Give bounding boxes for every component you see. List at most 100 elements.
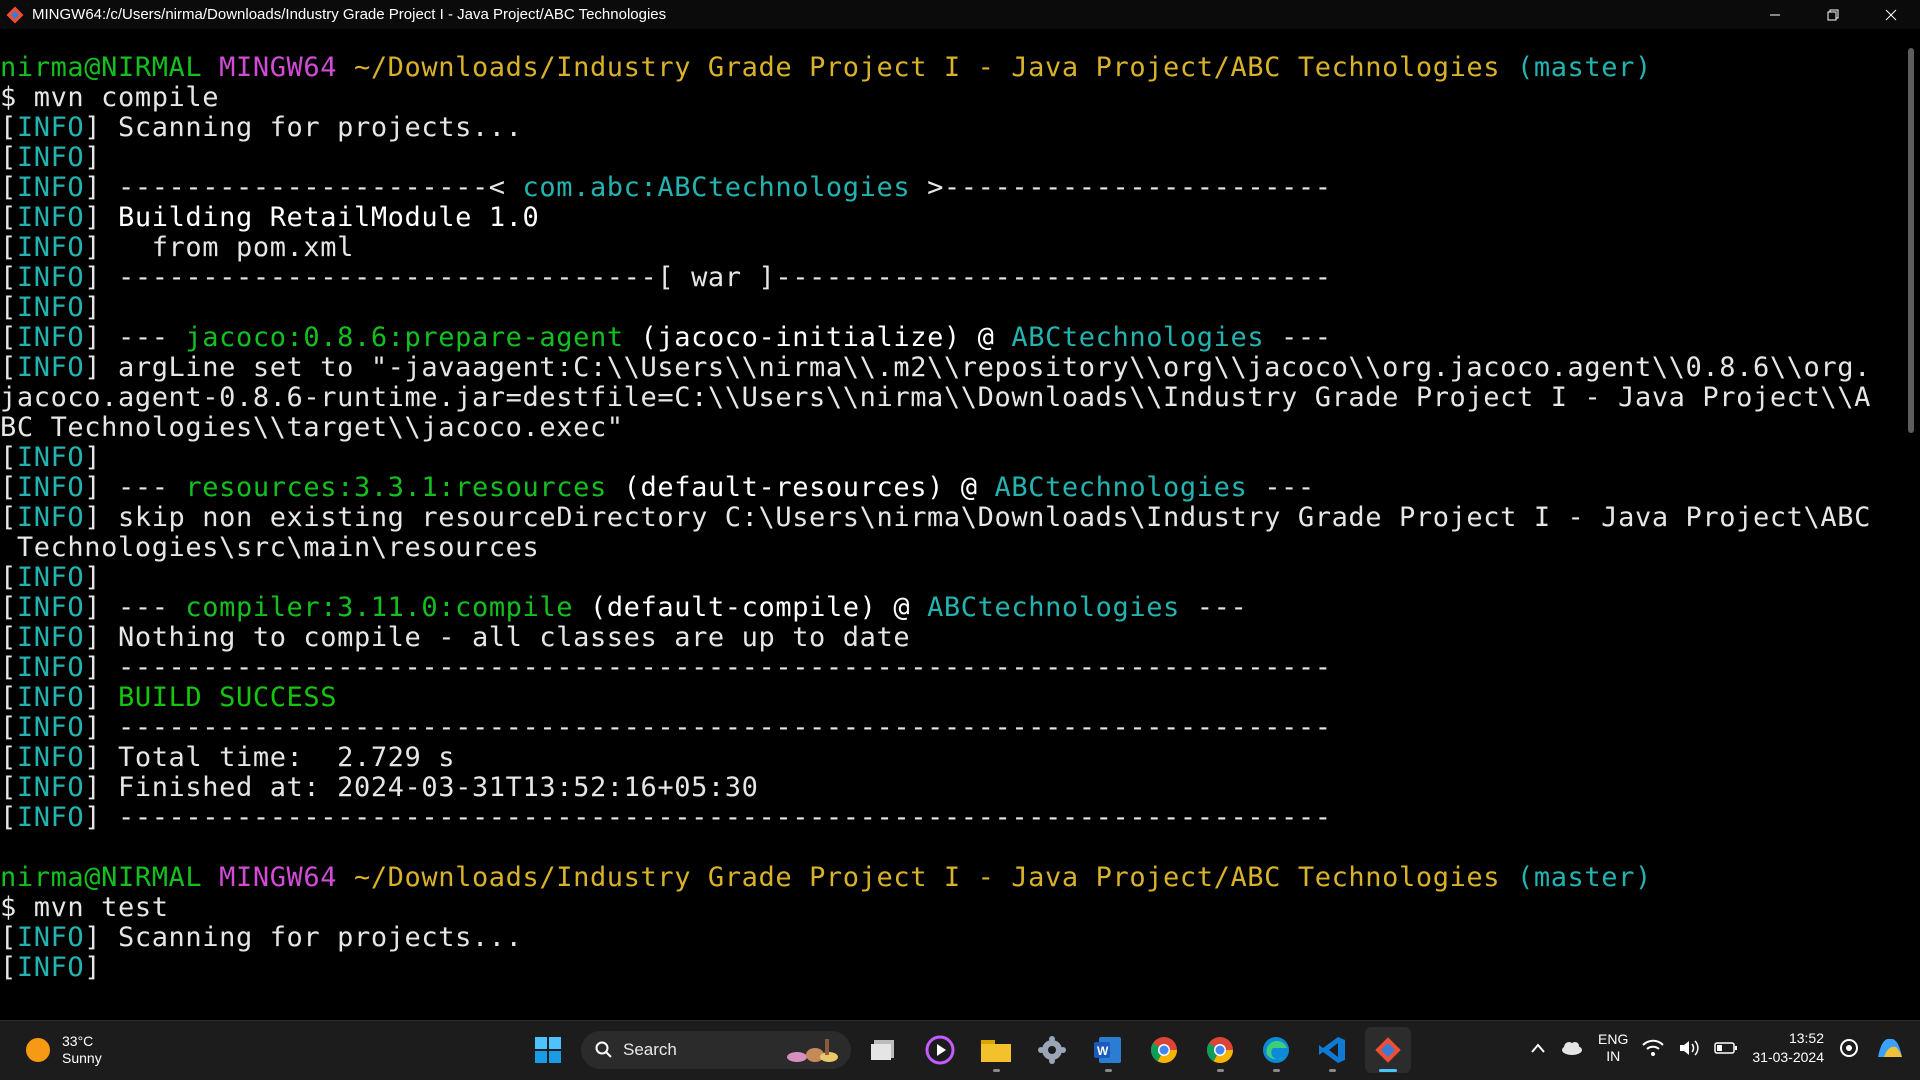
terminal-text-segment: ~/Downloads/Industry Grade Project I - J… <box>353 862 1501 893</box>
close-button[interactable] <box>1862 0 1920 29</box>
terminal-line: [INFO] from pom.xml <box>0 233 1896 263</box>
terminal-text-segment: INFO <box>16 292 85 323</box>
terminal-text-segment: ] <box>84 292 102 323</box>
weather-temp: 33°C <box>62 1033 94 1049</box>
terminal-text-segment: INFO <box>16 232 85 263</box>
terminal-text-segment: INFO <box>16 772 85 803</box>
minimize-button[interactable] <box>1746 0 1804 29</box>
edge-button[interactable] <box>1253 1027 1299 1073</box>
terminal-text-segment: [ <box>0 682 17 713</box>
terminal-scrollbar[interactable] <box>1908 48 1914 433</box>
terminal-text-segment: Building RetailModule 1.0 <box>118 202 540 233</box>
chrome-button[interactable] <box>1141 1027 1187 1073</box>
terminal-text-segment: resources:3.3.1:resources <box>185 472 607 503</box>
chevron-up-icon[interactable] <box>1530 1042 1546 1054</box>
terminal-text-segment: INFO <box>16 622 85 653</box>
terminal-text-segment: BUILD SUCCESS <box>118 682 338 713</box>
language-indicator[interactable]: ENG IN <box>1598 1031 1628 1065</box>
terminal-text-segment: --- <box>1247 472 1315 503</box>
terminal-line: [INFO] --- resources:3.3.1:resources (de… <box>0 473 1896 503</box>
terminal-text-segment: jacoco:0.8.6:prepare-agent <box>185 322 624 353</box>
terminal-text-segment: --- <box>1179 592 1248 623</box>
terminal-text-segment: $ mvn compile <box>0 82 220 113</box>
terminal-text-segment: INFO <box>16 262 85 293</box>
terminal-text-segment: [ <box>0 322 17 353</box>
terminal-line: BC Technologies\\target\\jacoco.exec" <box>0 413 1896 443</box>
terminal-text-segment: [ <box>0 562 17 593</box>
terminal-output[interactable]: nirma@NIRMAL MINGW64 ~/Downloads/Industr… <box>0 29 1896 1021</box>
terminal-text-segment: INFO <box>16 352 85 383</box>
taskbar-search[interactable]: Search <box>581 1031 851 1069</box>
terminal-text-segment: INFO <box>16 922 85 953</box>
terminal-text-segment: INFO <box>16 952 85 983</box>
window-titlebar: MINGW64:/c/Users/nirma/Downloads/Industr… <box>0 0 1920 29</box>
terminal-line: [INFO] ---------------------------------… <box>0 713 1896 743</box>
terminal-text-segment: [ <box>0 112 17 143</box>
onedrive-cloud-icon[interactable] <box>1560 1040 1584 1056</box>
terminal-text-segment: ] <box>84 142 102 173</box>
terminal-text-segment: ] --- <box>84 322 186 353</box>
terminal-text-segment: ] --------------------------------------… <box>84 652 1332 683</box>
search-highlight-icon <box>787 1039 838 1062</box>
chrome-icon <box>1206 1037 1234 1064</box>
weather-widget[interactable]: 33°C Sunny <box>26 1033 102 1067</box>
copilot-icon[interactable] <box>1874 1033 1906 1063</box>
word-button[interactable]: W <box>1085 1027 1131 1073</box>
terminal-line: [INFO] Scanning for projects... <box>0 923 1896 953</box>
taskbar: 33°C Sunny Search W ENG IN 13:52 31-03-2… <box>0 1020 1920 1080</box>
terminal-line: [INFO] ----------------------< com.abc:A… <box>0 173 1896 203</box>
wifi-icon[interactable] <box>1642 1039 1665 1057</box>
terminal-line: [INFO] ---------------------------------… <box>0 803 1896 833</box>
restore-button[interactable] <box>1804 0 1862 29</box>
terminal-line: [INFO] --- jacoco:0.8.6:prepare-agent (j… <box>0 323 1896 353</box>
language-code: ENG <box>1598 1031 1629 1047</box>
terminal-line: [INFO] Total time: 2.729 s <box>0 743 1896 773</box>
terminal-text-segment: ] --------------------------------[ war … <box>84 262 1332 293</box>
terminal-text-segment: >----------------------- <box>910 172 1332 203</box>
terminal-text-segment: ] Finished at: 2024-03-31T13:52:16+05:30 <box>84 772 759 803</box>
terminal-text-segment: Technologies\src\main\resources <box>0 532 540 563</box>
terminal-text-segment: ~/Downloads/Industry Grade Project I - J… <box>353 52 1501 83</box>
terminal-line: [INFO] --------------------------------[… <box>0 263 1896 293</box>
start-button[interactable] <box>525 1027 571 1073</box>
volume-icon[interactable] <box>1678 1039 1700 1057</box>
chrome-icon <box>1150 1037 1178 1064</box>
focus-settings-icon[interactable] <box>1838 1037 1860 1059</box>
terminal-text-segment: compiler:3.11.0:compile <box>185 592 574 623</box>
folder-icon <box>981 1040 1011 1062</box>
terminal-text-segment: [ <box>0 472 17 503</box>
task-view-button[interactable] <box>861 1027 907 1073</box>
task-view-icon <box>871 1040 894 1060</box>
terminal-line: [INFO] <box>0 443 1896 473</box>
terminal-text-segment: INFO <box>16 592 85 623</box>
terminal-text-segment: INFO <box>16 322 85 353</box>
terminal-text-segment: [ <box>0 352 17 383</box>
system-tray: ENG IN 13:52 31-03-2024 <box>1530 1029 1906 1067</box>
terminal-text-segment: INFO <box>16 682 85 713</box>
system-clock[interactable]: 13:52 31-03-2024 <box>1752 1029 1824 1067</box>
terminal-text-segment: [ <box>0 652 17 683</box>
media-player-button[interactable] <box>917 1027 963 1073</box>
edge-icon <box>1263 1037 1289 1063</box>
settings-button[interactable] <box>1029 1027 1075 1073</box>
terminal-text-segment: ] <box>84 952 102 983</box>
vscode-button[interactable] <box>1309 1027 1355 1073</box>
terminal-text-segment: ] Scanning for projects... <box>84 922 523 953</box>
terminal-line: [INFO] Finished at: 2024-03-31T13:52:16+… <box>0 773 1896 803</box>
battery-icon[interactable] <box>1714 1041 1738 1055</box>
git-bash-icon <box>1375 1037 1401 1063</box>
chrome-profile-button[interactable] <box>1197 1027 1243 1073</box>
file-explorer-button[interactable] <box>973 1027 1019 1073</box>
weather-condition: Sunny <box>62 1050 102 1066</box>
terminal-line: nirma@NIRMAL MINGW64 ~/Downloads/Industr… <box>0 53 1896 83</box>
terminal-text-segment: MINGW64 <box>219 52 354 83</box>
gear-icon <box>1038 1036 1066 1064</box>
terminal-text-segment: [ <box>0 922 17 953</box>
word-icon: W <box>1094 1037 1121 1063</box>
sun-icon <box>26 1038 50 1062</box>
git-bash-button[interactable] <box>1365 1027 1411 1073</box>
terminal-text-segment: INFO <box>16 172 85 203</box>
terminal-text-segment: ] <box>84 442 102 473</box>
terminal-text-segment: ] <box>84 202 118 233</box>
